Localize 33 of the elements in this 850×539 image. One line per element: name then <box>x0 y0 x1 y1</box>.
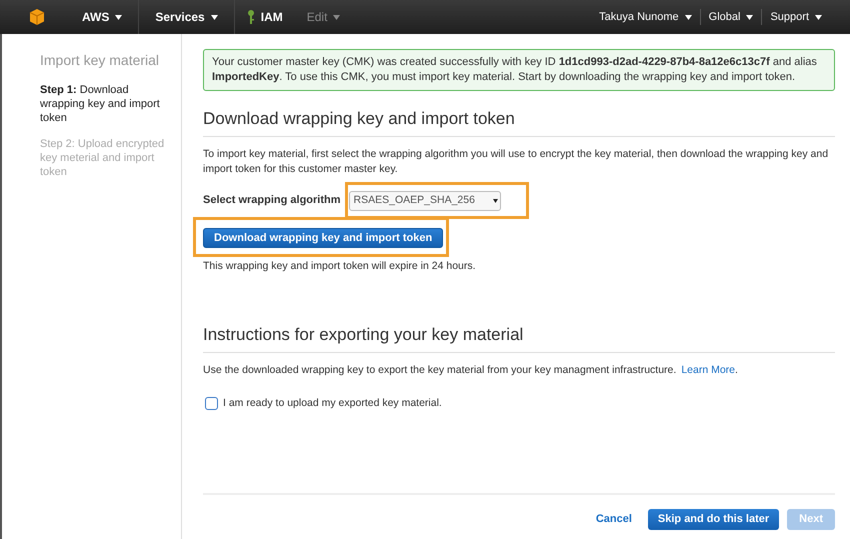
caret-icon <box>210 14 218 20</box>
expiry-note: This wrapping key and import token will expire in 24 hours. <box>203 258 477 274</box>
algorithm-select[interactable]: RSAES_OAEP_SHA_256 <box>348 190 501 210</box>
key-icon <box>246 9 255 25</box>
edit-menu[interactable]: Edit <box>294 0 352 34</box>
ready-checkbox[interactable] <box>205 396 218 410</box>
nav-menu[interactable]: Support <box>761 8 830 26</box>
section-heading: Download wrapping key and import token <box>203 106 835 136</box>
service-link[interactable]: IAM <box>234 0 295 34</box>
link-period: . <box>735 362 738 378</box>
skip-button[interactable]: Skip and do this later <box>648 509 780 530</box>
nav-menu[interactable]: Takuya Nunome <box>591 8 700 26</box>
nav-menu[interactable]: Services <box>139 0 235 34</box>
cancel-link[interactable]: Cancel <box>596 511 632 528</box>
caret-icon <box>115 14 122 20</box>
section-heading: Instructions for exporting your key material <box>203 322 835 353</box>
nav-menu[interactable]: AWS <box>66 0 140 34</box>
dropdown-arrow-icon <box>492 198 498 202</box>
caret-icon <box>333 14 340 20</box>
download-button[interactable]: Download wrapping key and import token <box>203 228 444 248</box>
checkbox-label: I am ready to upload my exported key material. <box>223 396 442 410</box>
instruction-text: Use the downloaded wrapping key to export the key material from your key managment infrastructure. <box>203 362 676 378</box>
algorithm-label: Select wrapping algorithm <box>203 193 341 208</box>
caret-icon <box>746 14 754 20</box>
sidebar-title: Import key material <box>40 51 160 70</box>
learn-more-link[interactable]: Learn More <box>681 362 736 378</box>
success-alert: Your customer master key (CMK) was created successfully with key ID 1d1cd993-d2ad-4229-87b4-8a12e6c13c7f and alias ImportedKey. To use this CMK, you must import key material. Start by downloading the wrapping key and import token. <box>203 49 835 91</box>
caret-icon <box>684 14 692 20</box>
description-text: To import key material, first select the wrapping algorithm you will use to encrypt the key material, then download the wrapping key and import token for this customer master key. <box>203 146 830 176</box>
step-item[interactable]: Step 1: Download wrapping key and import token <box>40 83 173 125</box>
caret-icon <box>815 14 822 20</box>
cube-logo-icon <box>28 8 46 26</box>
nav-menu[interactable]: Global <box>700 8 762 26</box>
